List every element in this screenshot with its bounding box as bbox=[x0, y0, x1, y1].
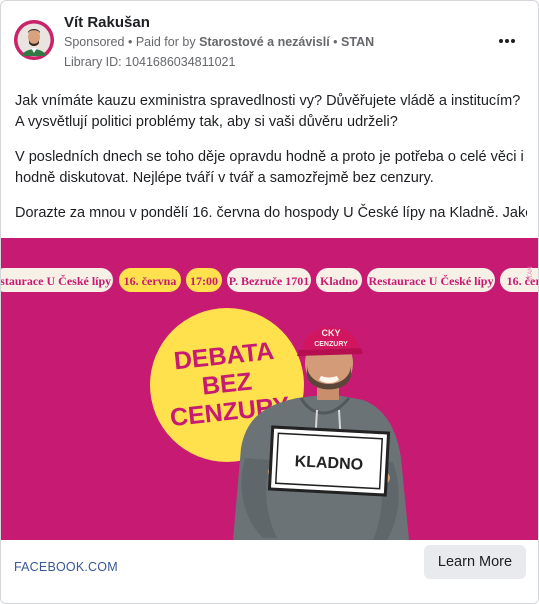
post-paragraph: V posledních dnech se toho děje opravdu … bbox=[15, 149, 524, 186]
chip-text: P. Bezruče 1701 bbox=[229, 274, 310, 288]
chip-text: Restaurace U České lípy bbox=[369, 274, 494, 288]
avatar-portrait-icon bbox=[14, 20, 54, 60]
separator-dot: • bbox=[127, 35, 136, 49]
cap-text: CKY bbox=[321, 328, 340, 338]
learn-more-button[interactable]: Learn More bbox=[424, 545, 526, 579]
post-paragraph: Jak vnímáte kauzu exministra spravedlnos… bbox=[15, 93, 521, 130]
more-horizontal-icon bbox=[499, 39, 515, 43]
chip-text: 17:00 bbox=[190, 274, 218, 288]
library-id: Library ID: 1041686034811021 bbox=[64, 55, 236, 69]
chip-text: Kladno bbox=[320, 274, 358, 288]
post-header: Vít Rakušan Sponsored • Paid for by Star… bbox=[1, 1, 538, 81]
chip-text: 16. června bbox=[124, 274, 177, 288]
event-poster: estaurace U České lípy 16. června 17:00 … bbox=[1, 238, 538, 540]
ad-card: Vít Rakušan Sponsored • Paid for by Star… bbox=[0, 0, 539, 604]
chip-text: estaurace U České lípy bbox=[1, 274, 111, 288]
separator-dot: • bbox=[333, 35, 342, 49]
author-avatar[interactable] bbox=[14, 20, 54, 60]
sponsored-line: Sponsored • Paid for by Starostové a nez… bbox=[64, 35, 374, 49]
cap-text: CENZURY bbox=[314, 341, 348, 348]
info-chip-row: estaurace U České lípy 16. června 17:00 … bbox=[1, 268, 538, 292]
town-sign: KLADNO bbox=[267, 425, 391, 497]
sign-text: KLADNO bbox=[294, 453, 363, 474]
sponsored-label: Sponsored bbox=[64, 35, 125, 49]
ad-creative-image[interactable]: estaurace U České lípy 16. června 17:00 … bbox=[1, 238, 538, 540]
link-domain[interactable]: FACEBOOK.COM bbox=[14, 560, 118, 574]
post-paragraph-truncated[interactable]: Dorazte za mnou v pondělí 16. června do … bbox=[15, 203, 527, 224]
payer-name[interactable]: Starostové a nezávislí bbox=[199, 35, 330, 49]
ad-footer: FACEBOOK.COM Learn More bbox=[1, 540, 538, 603]
more-options-button[interactable] bbox=[493, 29, 521, 53]
payer-suffix[interactable]: STAN bbox=[341, 35, 374, 49]
post-text: Jak vnímáte kauzu exministra spravedlnos… bbox=[15, 91, 527, 238]
watermark: STAN bbox=[528, 266, 534, 282]
paid-for-label: Paid for by bbox=[135, 35, 196, 49]
author-name[interactable]: Vít Rakušan bbox=[64, 14, 150, 31]
